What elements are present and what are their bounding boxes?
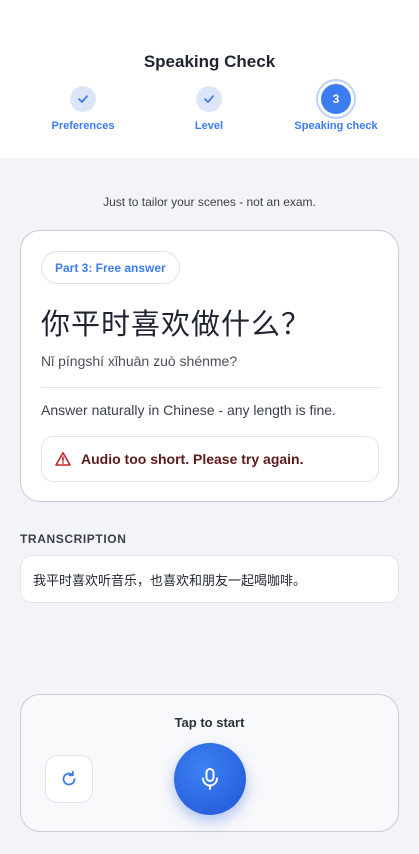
step-level-label: Level — [194, 120, 224, 132]
page-title: Speaking Check — [143, 52, 276, 71]
step-speaking-check-label: Speaking check — [294, 120, 378, 132]
instruction-text: Answer naturally in Chinese - any length… — [41, 402, 336, 418]
subtitle: Just to tailor your scenes - not an exam… — [103, 195, 316, 209]
microphone-icon — [202, 768, 218, 790]
record-button[interactable] — [174, 743, 246, 815]
error-text: Audio too short. Please try again. — [81, 451, 304, 467]
step-preferences-label: Preferences — [51, 120, 115, 132]
step-preferences-circle — [70, 86, 96, 112]
transcription-label: TRANSCRIPTION — [20, 532, 127, 546]
recorder-panel: Tap to start — [20, 694, 399, 832]
header: Speaking Check Preferences Level 3 Speak… — [0, 0, 419, 158]
step-level-circle — [196, 86, 222, 112]
step-speaking-check-circle: 3 — [321, 84, 351, 114]
prompt-pinyin: Nǐ píngshí xǐhuān zuò shénme? — [41, 353, 238, 369]
check-icon — [78, 95, 88, 103]
error-message: Audio too short. Please try again. — [41, 436, 379, 482]
part-badge: Part 3: Free answer — [41, 251, 180, 284]
check-icon — [204, 95, 214, 103]
step-speaking-check[interactable]: 3 Speaking check — [276, 84, 396, 132]
question-card: Part 3: Free answer 你平时喜欢做什么？ Nǐ píngshí… — [20, 230, 399, 502]
step-level[interactable]: Level — [149, 86, 269, 132]
warning-icon — [55, 452, 71, 466]
prompt-chinese: 你平时喜欢做什么？ — [41, 309, 312, 341]
step-preferences[interactable]: Preferences — [23, 86, 143, 132]
divider — [41, 387, 379, 388]
tap-to-start-label: Tap to start — [174, 715, 245, 730]
transcription-box: 我平时喜欢听音乐，也喜欢和朋友一起喝咖啡。 — [20, 555, 399, 603]
retry-button[interactable] — [45, 755, 93, 803]
refresh-icon — [62, 770, 76, 786]
